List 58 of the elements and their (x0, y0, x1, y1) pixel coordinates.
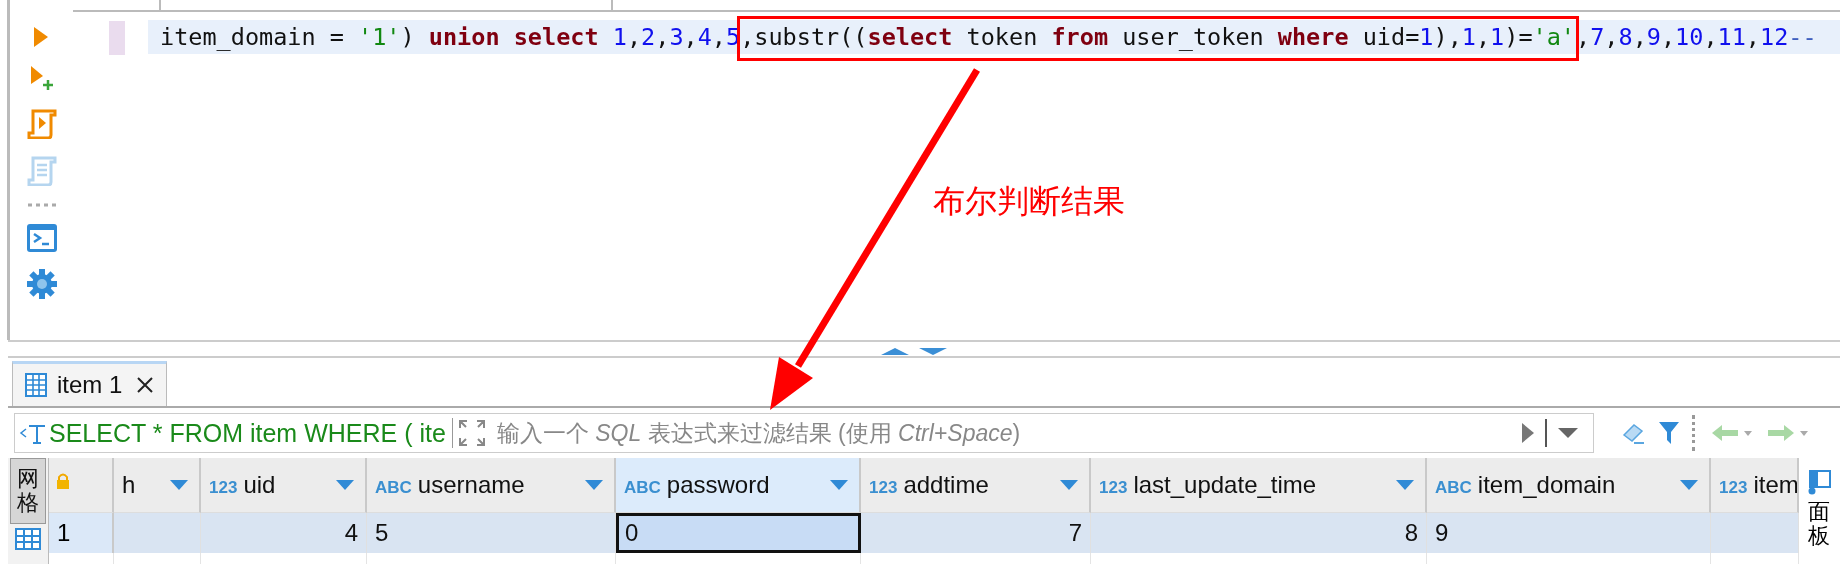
run-new-tab-icon[interactable] (28, 66, 55, 92)
filter-placeholder: 输入一个 SQL 表达式来过滤结果 (使用 Ctrl+Space) (496, 418, 1022, 448)
column-header[interactable]: 123 uid (201, 458, 367, 513)
dropdown-icon[interactable] (829, 479, 849, 491)
type-label: 123 (209, 478, 238, 498)
panel-tab[interactable]: 面板 (1808, 500, 1830, 549)
table-cell[interactable]: 9 (1427, 513, 1711, 553)
column-header[interactable]: 123 addtime (861, 458, 1091, 513)
table-cell[interactable]: 4 (201, 513, 367, 553)
lock-icon (55, 472, 71, 490)
close-icon[interactable] (136, 376, 155, 394)
separator-dots-icon (26, 203, 57, 207)
collapse-arrows-icon[interactable] (879, 346, 949, 356)
expand-icon[interactable] (458, 420, 485, 446)
play-icon[interactable] (1521, 422, 1535, 444)
dropdown-icon[interactable] (169, 479, 189, 491)
panel-icon[interactable] (1807, 470, 1831, 496)
table-cell[interactable]: 5 (367, 513, 616, 553)
table-cell[interactable]: 0 (616, 513, 861, 553)
column-header[interactable]: 123 last_update_time (1091, 458, 1427, 513)
terminal-icon[interactable] (26, 224, 57, 252)
dropdown-icon[interactable] (1557, 427, 1579, 439)
type-label: ABC (375, 478, 412, 498)
row-number[interactable]: 1 (49, 513, 114, 553)
table-cell[interactable] (1711, 513, 1799, 553)
grid-tab[interactable]: 网格 (10, 458, 46, 525)
filter-icon[interactable] (1658, 420, 1680, 446)
result-tab[interactable]: item 1 (12, 361, 168, 406)
tab-label: item 1 (57, 371, 123, 399)
settings-icon[interactable] (26, 269, 57, 299)
column-header[interactable]: h (114, 458, 201, 513)
column-header[interactable]: ABC password (616, 458, 861, 513)
table-icon (25, 373, 47, 397)
grid-icon[interactable] (15, 528, 41, 551)
filter-field[interactable]: SELECT * FROM item WHERE ( ite 输入一个 SQL 表达式来过滤结果 (使用 Ctrl+Space) (14, 413, 1594, 453)
column-header[interactable]: ABC item_domain (1427, 458, 1711, 513)
type-label: 123 (1719, 478, 1748, 498)
forward-arrow-icon[interactable] (1766, 423, 1810, 443)
dropdown-icon[interactable] (1395, 479, 1415, 491)
eraser-icon[interactable] (1620, 421, 1646, 445)
query-text: SELECT * FROM item WHERE ( ite (49, 418, 446, 448)
table-cell[interactable] (114, 513, 201, 553)
query-icon (19, 422, 47, 444)
script-run-icon[interactable] (26, 109, 57, 139)
type-label: 123 (869, 478, 898, 498)
type-label: ABC (624, 478, 661, 498)
dropdown-icon[interactable] (584, 479, 604, 491)
column-header[interactable]: 123 item (1711, 458, 1799, 513)
dropdown-icon[interactable] (1059, 479, 1079, 491)
type-label: ABC (1435, 478, 1472, 498)
script-icon (26, 156, 57, 186)
dropdown-icon[interactable] (335, 479, 355, 491)
table-cell[interactable]: 7 (861, 513, 1091, 553)
table-cell[interactable]: 8 (1091, 513, 1427, 553)
back-arrow-icon[interactable] (1710, 423, 1754, 443)
dropdown-icon[interactable] (1679, 479, 1699, 491)
type-label: 123 (1099, 478, 1128, 498)
column-header[interactable]: ABC username (367, 458, 616, 513)
